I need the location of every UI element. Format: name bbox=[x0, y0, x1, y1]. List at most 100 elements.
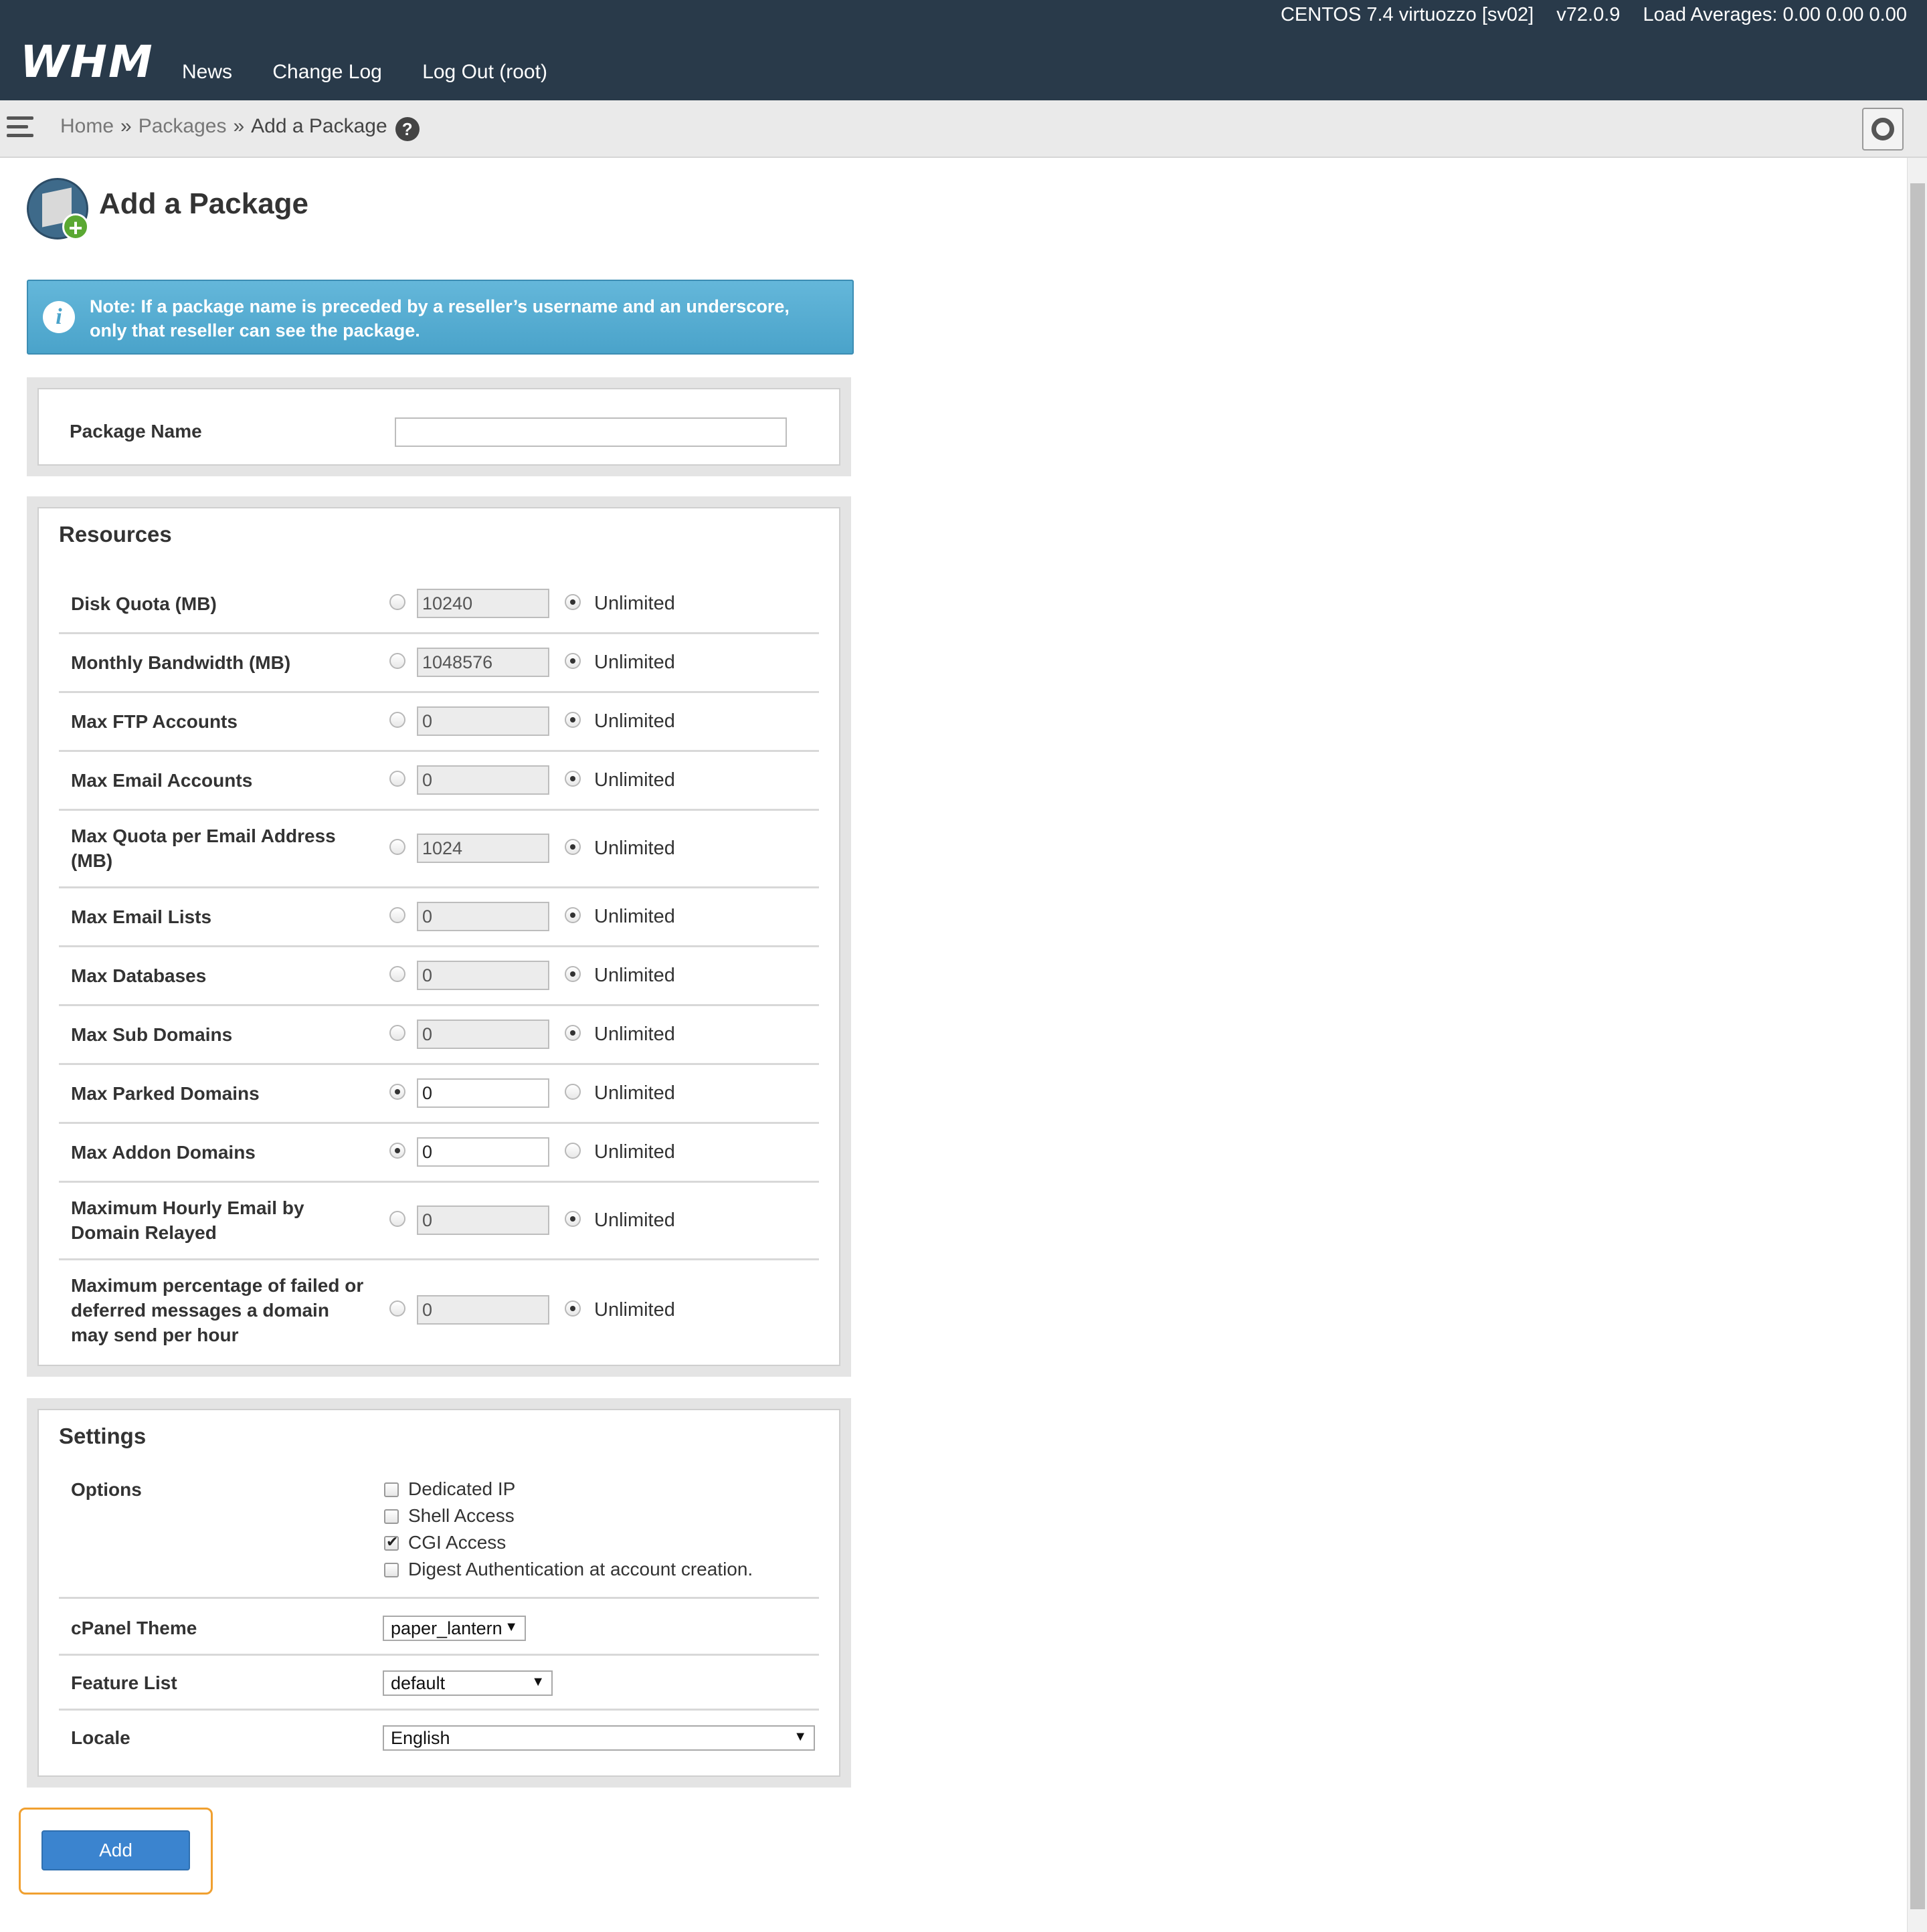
theme-value: paper_lantern bbox=[391, 1618, 502, 1638]
info-icon: i bbox=[43, 301, 75, 333]
unlimited-label: Unlimited bbox=[594, 1024, 675, 1045]
unlimited-label: Unlimited bbox=[594, 1082, 675, 1104]
resource-label: Disk Quota (MB) bbox=[71, 593, 217, 614]
support-button[interactable] bbox=[1862, 108, 1904, 151]
resource-row: Max Databases Unlimited bbox=[59, 947, 819, 1006]
value-radio[interactable] bbox=[389, 771, 405, 787]
resource-row: Maximum percentage of failed or deferred… bbox=[59, 1260, 819, 1362]
resource-value-input[interactable] bbox=[417, 834, 549, 863]
unlimited-radio[interactable] bbox=[565, 1143, 581, 1159]
resource-value-input[interactable] bbox=[417, 961, 549, 990]
resource-row: Max Email Accounts Unlimited bbox=[59, 752, 819, 811]
resource-value-input[interactable] bbox=[417, 589, 549, 618]
unlimited-radio[interactable] bbox=[565, 839, 581, 855]
theme-select[interactable]: paper_lantern ▼ bbox=[383, 1616, 526, 1641]
lifebuoy-icon bbox=[1871, 118, 1894, 140]
option-checkbox[interactable] bbox=[384, 1533, 399, 1551]
resource-row: Max Email Lists Unlimited bbox=[59, 888, 819, 947]
value-radio[interactable] bbox=[389, 1025, 405, 1041]
page-title-text: Add a Package bbox=[99, 187, 309, 220]
package-name-panel: Package Name bbox=[27, 377, 851, 476]
resource-row: Max Sub Domains Unlimited bbox=[59, 1006, 819, 1065]
locale-row: Locale English ▼ bbox=[59, 1711, 819, 1765]
add-button[interactable]: Add bbox=[41, 1830, 190, 1870]
nav-change-log[interactable]: Change Log bbox=[272, 61, 381, 83]
theme-row: cPanel Theme paper_lantern ▼ bbox=[59, 1601, 819, 1656]
resource-row: Monthly Bandwidth (MB) Unlimited bbox=[59, 634, 819, 693]
option-checkbox[interactable] bbox=[384, 1509, 399, 1524]
resource-value-input[interactable] bbox=[417, 1020, 549, 1049]
top-bar: CENTOS 7.4 virtuozzo [sv02] v72.0.9 Load… bbox=[0, 0, 1927, 100]
resource-value-input[interactable] bbox=[417, 765, 549, 795]
breadcrumb-home[interactable]: Home bbox=[60, 115, 114, 137]
breadcrumb-current: Add a Package bbox=[251, 115, 387, 137]
resource-value-input[interactable] bbox=[417, 1137, 549, 1167]
package-name-input[interactable] bbox=[395, 417, 787, 447]
scrollbar[interactable] bbox=[1907, 158, 1927, 1932]
unlimited-label: Unlimited bbox=[594, 1210, 675, 1231]
unlimited-radio[interactable] bbox=[565, 594, 581, 610]
option-label: Digest Authentication at account creatio… bbox=[408, 1559, 753, 1579]
option-label: CGI Access bbox=[408, 1532, 507, 1553]
resource-label: Max Parked Domains bbox=[71, 1083, 260, 1104]
breadcrumb-bar: Home » Packages » Add a Package? bbox=[0, 100, 1927, 158]
unlimited-radio[interactable] bbox=[565, 1084, 581, 1100]
unlimited-radio[interactable] bbox=[565, 653, 581, 669]
system-info: CENTOS 7.4 virtuozzo [sv02] v72.0.9 Load… bbox=[1263, 4, 1907, 26]
resources-title: Resources bbox=[59, 522, 172, 547]
unlimited-radio[interactable] bbox=[565, 712, 581, 728]
version-info: v72.0.9 bbox=[1556, 4, 1621, 25]
option-label: Dedicated IP bbox=[408, 1478, 516, 1499]
settings-panel: Settings Options Dedicated IP Shell Acces… bbox=[27, 1398, 851, 1788]
resource-value-input[interactable] bbox=[417, 1078, 549, 1108]
value-radio[interactable] bbox=[389, 712, 405, 728]
unlimited-radio[interactable] bbox=[565, 907, 581, 923]
unlimited-radio[interactable] bbox=[565, 1300, 581, 1317]
value-radio[interactable] bbox=[389, 1211, 405, 1227]
resource-value-input[interactable] bbox=[417, 648, 549, 677]
unlimited-label: Unlimited bbox=[594, 769, 675, 791]
chevron-down-icon: ▼ bbox=[504, 1620, 518, 1634]
scrollbar-thumb[interactable] bbox=[1910, 183, 1925, 1909]
options-row: Options Dedicated IP Shell Access CGI Acce… bbox=[59, 1477, 819, 1599]
value-radio[interactable] bbox=[389, 594, 405, 610]
value-radio[interactable] bbox=[389, 966, 405, 982]
unlimited-radio[interactable] bbox=[565, 1025, 581, 1041]
options-label: Options bbox=[71, 1479, 142, 1500]
unlimited-label: Unlimited bbox=[594, 710, 675, 732]
help-icon[interactable]: ? bbox=[395, 117, 420, 141]
resource-row: Max Quota per Email Address (MB) Unlimite… bbox=[59, 811, 819, 888]
chevron-down-icon: ▼ bbox=[531, 1674, 545, 1689]
resource-value-input[interactable] bbox=[417, 706, 549, 736]
resource-value-input[interactable] bbox=[417, 1295, 549, 1325]
unlimited-radio[interactable] bbox=[565, 1211, 581, 1227]
resource-row: Max Parked Domains Unlimited bbox=[59, 1065, 819, 1124]
value-radio[interactable] bbox=[389, 907, 405, 923]
nav-logout[interactable]: Log Out (root) bbox=[422, 61, 547, 83]
value-radio[interactable] bbox=[389, 1084, 405, 1100]
menu-toggle-icon[interactable] bbox=[7, 114, 37, 140]
value-radio[interactable] bbox=[389, 1143, 405, 1159]
package-name-label: Package Name bbox=[70, 421, 202, 442]
resource-value-input[interactable] bbox=[417, 1205, 549, 1235]
feature-list-row: Feature List default ▼ bbox=[59, 1656, 819, 1711]
breadcrumb-separator: » bbox=[233, 115, 245, 137]
whm-logo[interactable]: WHM bbox=[20, 36, 154, 88]
value-radio[interactable] bbox=[389, 653, 405, 669]
resource-value-input[interactable] bbox=[417, 902, 549, 931]
breadcrumb-packages[interactable]: Packages bbox=[139, 115, 227, 137]
unlimited-label: Unlimited bbox=[594, 838, 675, 859]
locale-select[interactable]: English ▼ bbox=[383, 1725, 815, 1751]
add-package-icon: + bbox=[27, 178, 89, 241]
unlimited-radio[interactable] bbox=[565, 771, 581, 787]
unlimited-radio[interactable] bbox=[565, 966, 581, 982]
value-radio[interactable] bbox=[389, 1300, 405, 1317]
note-text: Note: If a package name is preceded by a… bbox=[90, 296, 790, 341]
unlimited-label: Unlimited bbox=[594, 593, 675, 614]
nav-news[interactable]: News bbox=[182, 61, 232, 83]
resources-panel: Resources Disk Quota (MB) Unlimited Monthl… bbox=[27, 496, 851, 1377]
value-radio[interactable] bbox=[389, 839, 405, 855]
feature-list-select[interactable]: default ▼ bbox=[383, 1670, 553, 1696]
option-checkbox[interactable] bbox=[384, 1563, 399, 1577]
option-checkbox[interactable] bbox=[384, 1482, 399, 1497]
